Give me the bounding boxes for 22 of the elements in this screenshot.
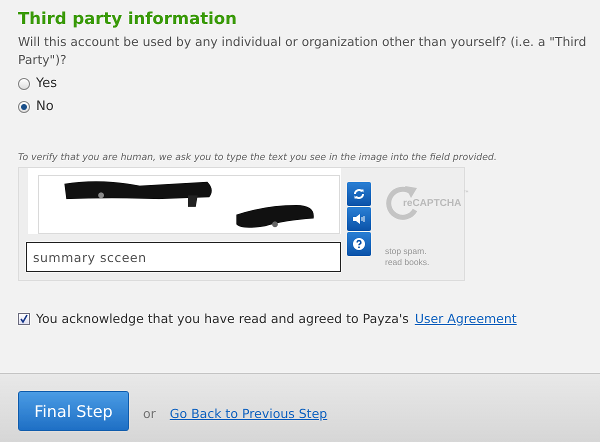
tagline-text: read books.	[385, 257, 430, 268]
radio-button[interactable]	[18, 78, 30, 90]
refresh-button[interactable]	[347, 182, 371, 206]
section-title: Third party information	[18, 8, 238, 30]
help-button[interactable]	[347, 232, 371, 256]
question-text: Will this account be used by any individual or organization other than yourself? (i.e. a "Third Party")?	[18, 34, 588, 69]
radio-label: Yes	[36, 76, 57, 91]
user-agreement-link[interactable]: User Agreement	[414, 311, 517, 326]
or-text: or	[143, 406, 156, 420]
radio-label: No	[36, 99, 54, 114]
refresh-icon	[352, 187, 366, 201]
audio-button[interactable]	[347, 207, 371, 231]
agreement-text: You acknowledge that you have read and agreed to Payza's	[36, 311, 409, 326]
radio-button[interactable]	[18, 100, 30, 112]
help-icon	[353, 238, 365, 250]
speaker-icon	[352, 213, 366, 225]
captcha-input[interactable]: summary scceen	[26, 242, 341, 272]
tagline-text: stop spam.	[385, 246, 428, 257]
captcha-instructions: To verify that you are human, we ask you to type the text you see in the image into the field provided.	[18, 152, 498, 163]
final-step-button[interactable]: Final Step	[18, 391, 129, 431]
back-link[interactable]: Go Back to Previous Step	[170, 406, 328, 420]
agreement-checkbox[interactable]	[18, 312, 30, 324]
